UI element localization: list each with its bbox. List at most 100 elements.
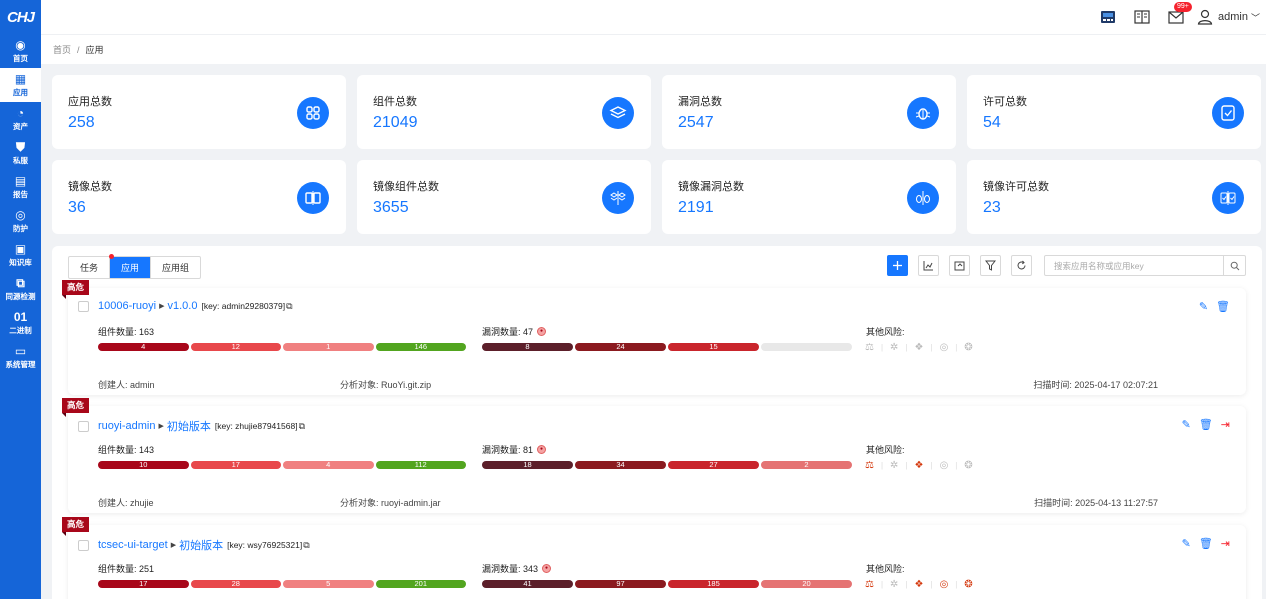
sidebar-item-7[interactable]: ⧉ 同源检测 <box>0 272 41 306</box>
app-checkbox[interactable] <box>78 300 89 312</box>
search-input[interactable] <box>1045 256 1223 275</box>
app-name-link[interactable]: ruoyi-admin <box>98 420 155 432</box>
app-header: ruoyi-admin ▶ 初始版本 [key: zhujie87941568] ⧉ <box>78 418 305 434</box>
docs-icon[interactable] <box>1132 8 1152 26</box>
refresh-button[interactable] <box>1011 255 1032 276</box>
stat-card[interactable]: 组件总数 21049 <box>357 75 651 149</box>
export-icon <box>954 261 965 271</box>
stat-card[interactable]: 镜像许可总数 23 <box>967 160 1261 234</box>
sidebar: CHJ ◉ 首页 ▦ 应用 ◔ 资产 ⛊ 私服 ▤ 报告 ◎ 防护 ▣ 知识库 ⧉ 同源检测 01 二进制 ▭ 系统管… <box>0 0 41 599</box>
image-layers-icon <box>602 182 634 214</box>
stat-row: 应用总数 258 组件总数 21049 漏洞总数 2547 许可总数 54 <box>52 75 1262 149</box>
mail-icon[interactable]: 99+ <box>1166 2 1192 26</box>
user-name: admin <box>1218 11 1248 23</box>
stat-card[interactable]: 镜像组件总数 3655 <box>357 160 651 234</box>
app-card: 高危 tcsec-ui-target ▶ 初始版本 [key: wsy76925321]… <box>62 517 1246 599</box>
tab-1[interactable]: 应用 <box>109 254 152 278</box>
sidebar-item-4[interactable]: ▤ 报告 <box>0 170 41 204</box>
edit-icon[interactable]: ✎ <box>1199 300 1208 313</box>
sidebar-item-9[interactable]: ▭ 系统管理 <box>0 340 41 374</box>
stat-card[interactable]: 镜像漏洞总数 2191 <box>662 160 956 234</box>
card-actions: ✎ 🗑 ⇥ <box>1174 418 1230 431</box>
bug-risk-icon: ✲ <box>890 342 899 353</box>
component-segment: 17 <box>98 580 189 588</box>
layers-icon <box>602 97 634 129</box>
edit-icon[interactable]: ✎ <box>1182 418 1191 431</box>
stat-label: 应用总数 <box>68 96 112 108</box>
risk-tag: 高危 <box>62 398 90 417</box>
delete-icon[interactable]: 🗑 <box>1199 418 1213 431</box>
play-icon: ▶ <box>170 542 177 549</box>
stat-card[interactable]: 漏洞总数 2547 <box>662 75 956 149</box>
copy-icon[interactable]: ⧉ <box>303 540 309 551</box>
copy-icon[interactable]: ⧉ <box>286 301 292 312</box>
sidebar-item-label: 应用 <box>13 87 28 97</box>
breadcrumb-home[interactable]: 首页 <box>53 43 71 56</box>
chart-button[interactable] <box>918 255 939 276</box>
app-version-link[interactable]: 初始版本 <box>167 418 211 434</box>
cert-risk-icon: ❂ <box>964 342 973 353</box>
vuln-segment: 2 <box>761 461 852 469</box>
delete-icon[interactable]: 🗑 <box>1199 537 1213 550</box>
risk-tag: 高危 <box>62 280 90 299</box>
app-version-link[interactable]: v1.0.0 <box>167 300 197 312</box>
user-menu[interactable]: admin ﹀ <box>1196 8 1260 26</box>
component-count-label: 组件数量: 251 <box>98 562 154 575</box>
sidebar-item-2[interactable]: ◔ 资产 <box>0 102 41 136</box>
sidebar-item-5[interactable]: ◎ 防护 <box>0 204 41 238</box>
breadcrumb-current: 应用 <box>85 45 104 55</box>
delete-icon[interactable]: 🗑 <box>1216 300 1230 313</box>
tab-0[interactable]: 任务 <box>69 257 111 278</box>
separator: | <box>880 461 884 470</box>
risk-tag: 高危 <box>62 517 90 536</box>
sidebar-item-6[interactable]: ▣ 知识库 <box>0 238 41 272</box>
image-license-icon <box>1212 182 1244 214</box>
sidebar-item-3[interactable]: ⛊ 私服 <box>0 136 41 170</box>
component-bar: 17 28 5 201 <box>98 580 466 588</box>
separator: | <box>930 343 933 352</box>
search-button[interactable] <box>1223 256 1245 275</box>
sidebar-item-label: 私服 <box>13 155 28 165</box>
app-name-link[interactable]: 10006-ruoyi <box>98 300 156 312</box>
separator: | <box>880 343 884 352</box>
book-icon: ▣ <box>14 241 27 256</box>
search-box <box>1044 255 1246 276</box>
sidebar-item-label: 防护 <box>13 223 28 233</box>
tab-label: 任务 <box>80 263 99 273</box>
vuln-segment-empty <box>761 343 852 351</box>
sidebar-item-1[interactable]: ▦ 应用 <box>0 68 41 102</box>
separator: | <box>955 580 958 589</box>
stat-value: 258 <box>68 114 95 131</box>
sidebar-item-8[interactable]: 01 二进制 <box>0 306 41 340</box>
topbar: 99+ admin ﹀ <box>41 0 1266 34</box>
app-name-link[interactable]: tcsec-ui-target <box>98 539 168 551</box>
card-actions: ✎ 🗑 ⇥ <box>1174 537 1230 550</box>
separator: | <box>955 343 958 352</box>
filter-button[interactable] <box>980 255 1001 276</box>
app-key: [key: admin29280379] <box>201 301 286 311</box>
stat-card[interactable]: 镜像总数 36 <box>52 160 346 234</box>
view-tabs: 任务 应用 应用组 <box>68 254 202 279</box>
app-checkbox[interactable] <box>78 420 89 432</box>
vuln-segment: 8 <box>482 343 573 351</box>
custom-app-icon[interactable] <box>1098 8 1118 26</box>
tab-label: 应用 <box>121 263 140 273</box>
add-button[interactable] <box>887 255 908 276</box>
edit-icon[interactable]: ✎ <box>1182 537 1191 550</box>
exit-icon[interactable]: ⇥ <box>1221 418 1230 431</box>
app-checkbox[interactable] <box>78 539 89 551</box>
component-count: 组件数量: 163 <box>98 327 155 337</box>
card-actions: ✎ 🗑 <box>1191 300 1230 313</box>
monitor-icon: ▭ <box>14 343 27 358</box>
copy-icon[interactable]: ⧉ <box>299 421 305 432</box>
stat-card[interactable]: 应用总数 258 <box>52 75 346 149</box>
export-button[interactable] <box>949 255 970 276</box>
tab-2[interactable]: 应用组 <box>151 257 200 278</box>
stat-card[interactable]: 许可总数 54 <box>967 75 1261 149</box>
app-version-link[interactable]: 初始版本 <box>179 537 223 553</box>
exit-icon[interactable]: ⇥ <box>1221 537 1230 550</box>
cert-risk-icon: ❂ <box>964 579 973 590</box>
filter-icon <box>985 260 996 271</box>
sidebar-item-0[interactable]: ◉ 首页 <box>0 34 41 68</box>
breadcrumb-separator: / <box>77 44 80 55</box>
